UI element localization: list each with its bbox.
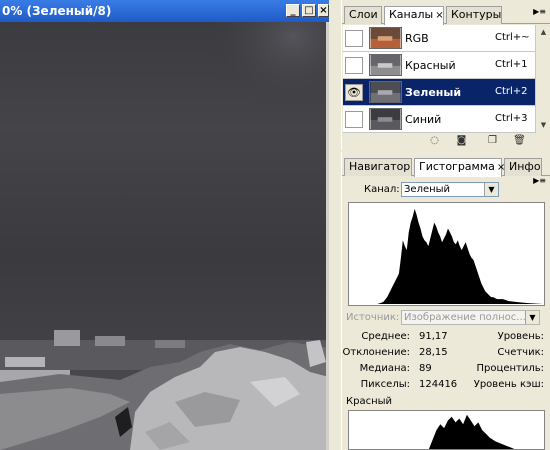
document-title: 0% (Зеленый/8) bbox=[2, 4, 112, 18]
tab-channels[interactable]: Каналы × bbox=[384, 6, 444, 25]
close-button[interactable]: × bbox=[318, 4, 329, 17]
channels-panel: Слои Каналы × Контуры ▶≡ RGB Ctrl+~ Красн… bbox=[341, 0, 550, 150]
median-value: 89 bbox=[419, 363, 432, 374]
tab-label: Слои bbox=[349, 8, 378, 21]
percentile-label: Процентиль: bbox=[476, 363, 544, 374]
load-selection-icon[interactable]: ◌ bbox=[428, 135, 441, 147]
channel-row-rgb[interactable]: RGB Ctrl+~ bbox=[343, 25, 535, 52]
channel-name: Зеленый bbox=[405, 86, 462, 99]
source-select[interactable]: Изображение полнос... ▼ bbox=[401, 310, 540, 325]
cache-level-label: Уровень кэш: bbox=[473, 379, 544, 390]
channel-thumbnail bbox=[369, 108, 402, 130]
channel-name: Синий bbox=[405, 113, 442, 126]
tab-label: Каналы bbox=[389, 8, 434, 21]
source-select-value: Изображение полнос... bbox=[404, 312, 526, 323]
document-window: 0% (Зеленый/8) _ □ × bbox=[0, 0, 329, 450]
tab-label: Гистограмма bbox=[419, 160, 495, 173]
channels-tabbar: Слои Каналы × Контуры bbox=[342, 6, 550, 25]
channel-name: RGB bbox=[405, 32, 429, 45]
visibility-toggle[interactable] bbox=[345, 57, 363, 74]
panel-menu-icon[interactable]: ▶≡ bbox=[533, 7, 546, 16]
new-channel-icon[interactable]: ❐ bbox=[486, 135, 499, 147]
tab-histogram[interactable]: Гистограмма × bbox=[414, 158, 505, 177]
channel-select-value: Зеленый bbox=[404, 184, 451, 195]
red-channel-label: Красный bbox=[346, 396, 393, 407]
histogram-graph bbox=[348, 202, 545, 306]
tab-navigator[interactable]: Навигатор bbox=[344, 158, 412, 176]
minimize-button[interactable]: _ bbox=[286, 4, 300, 17]
histogram-panel: Навигатор Гистограмма × Инфо ▶≡ Канал: Зе… bbox=[341, 152, 550, 450]
channel-shortcut: Ctrl+~ bbox=[495, 32, 530, 43]
channel-name: Красный bbox=[405, 59, 456, 72]
channel-shortcut: Ctrl+2 bbox=[495, 86, 528, 97]
channels-footer: ◌ ◙ ❐ 🗑 bbox=[342, 133, 550, 150]
channel-row-red[interactable]: Красный Ctrl+1 bbox=[343, 52, 535, 79]
save-selection-icon[interactable]: ◙ bbox=[455, 135, 468, 147]
mean-label: Среднее: bbox=[361, 331, 410, 342]
std-label: Отклонение: bbox=[342, 347, 411, 358]
channel-thumbnail bbox=[369, 27, 402, 49]
tab-label: Контуры bbox=[451, 8, 502, 21]
image-canvas[interactable] bbox=[0, 22, 329, 450]
channel-row-green[interactable]: 👁 Зеленый Ctrl+2 bbox=[343, 79, 535, 106]
tab-info[interactable]: Инфо bbox=[504, 158, 542, 176]
channel-label: Канал: bbox=[364, 184, 400, 195]
source-label: Источник: bbox=[346, 312, 400, 323]
channel-row-blue[interactable]: Синий Ctrl+3 bbox=[343, 106, 535, 133]
close-icon[interactable]: × bbox=[435, 10, 443, 21]
visibility-toggle[interactable] bbox=[345, 30, 363, 47]
scroll-up-icon[interactable]: ▲ bbox=[537, 26, 550, 39]
tab-paths[interactable]: Контуры bbox=[446, 6, 502, 24]
channel-shortcut: Ctrl+1 bbox=[495, 59, 528, 70]
channel-list: RGB Ctrl+~ Красный Ctrl+1 👁 Зеленый Ctrl… bbox=[343, 25, 535, 133]
median-label: Медиана: bbox=[359, 363, 410, 374]
pixels-value: 124416 bbox=[419, 379, 458, 390]
document-titlebar[interactable]: 0% (Зеленый/8) _ □ × bbox=[0, 0, 329, 22]
maximize-button[interactable]: □ bbox=[302, 4, 316, 17]
channel-thumbnail bbox=[369, 81, 402, 103]
tab-layers[interactable]: Слои bbox=[344, 6, 382, 24]
panel-menu-icon[interactable]: ▶≡ bbox=[533, 176, 546, 185]
std-value: 28,15 bbox=[419, 347, 448, 358]
channel-scrollbar[interactable]: ▲ ▼ bbox=[535, 25, 550, 133]
visibility-toggle[interactable] bbox=[345, 111, 363, 128]
channel-thumbnail bbox=[369, 54, 402, 76]
chevron-down-icon: ▼ bbox=[484, 183, 498, 196]
chevron-down-icon: ▼ bbox=[525, 311, 539, 324]
mean-value: 91,17 bbox=[419, 331, 448, 342]
count-label: Счетчик: bbox=[497, 347, 544, 358]
tab-label: Инфо bbox=[509, 160, 541, 173]
histogram-tabbar: Навигатор Гистограмма × Инфо bbox=[342, 158, 550, 177]
channel-shortcut: Ctrl+3 bbox=[495, 113, 528, 124]
pixels-label: Пикселы: bbox=[360, 379, 410, 390]
channel-select[interactable]: Зеленый ▼ bbox=[401, 182, 499, 197]
eye-icon[interactable]: 👁 bbox=[345, 84, 363, 101]
level-label: Уровень: bbox=[497, 331, 544, 342]
document-scrollbar[interactable] bbox=[326, 22, 329, 450]
trash-icon[interactable]: 🗑 bbox=[513, 135, 526, 147]
tab-label: Навигатор bbox=[349, 160, 411, 173]
scroll-down-icon[interactable]: ▼ bbox=[537, 119, 550, 132]
red-histogram-graph bbox=[348, 410, 545, 450]
